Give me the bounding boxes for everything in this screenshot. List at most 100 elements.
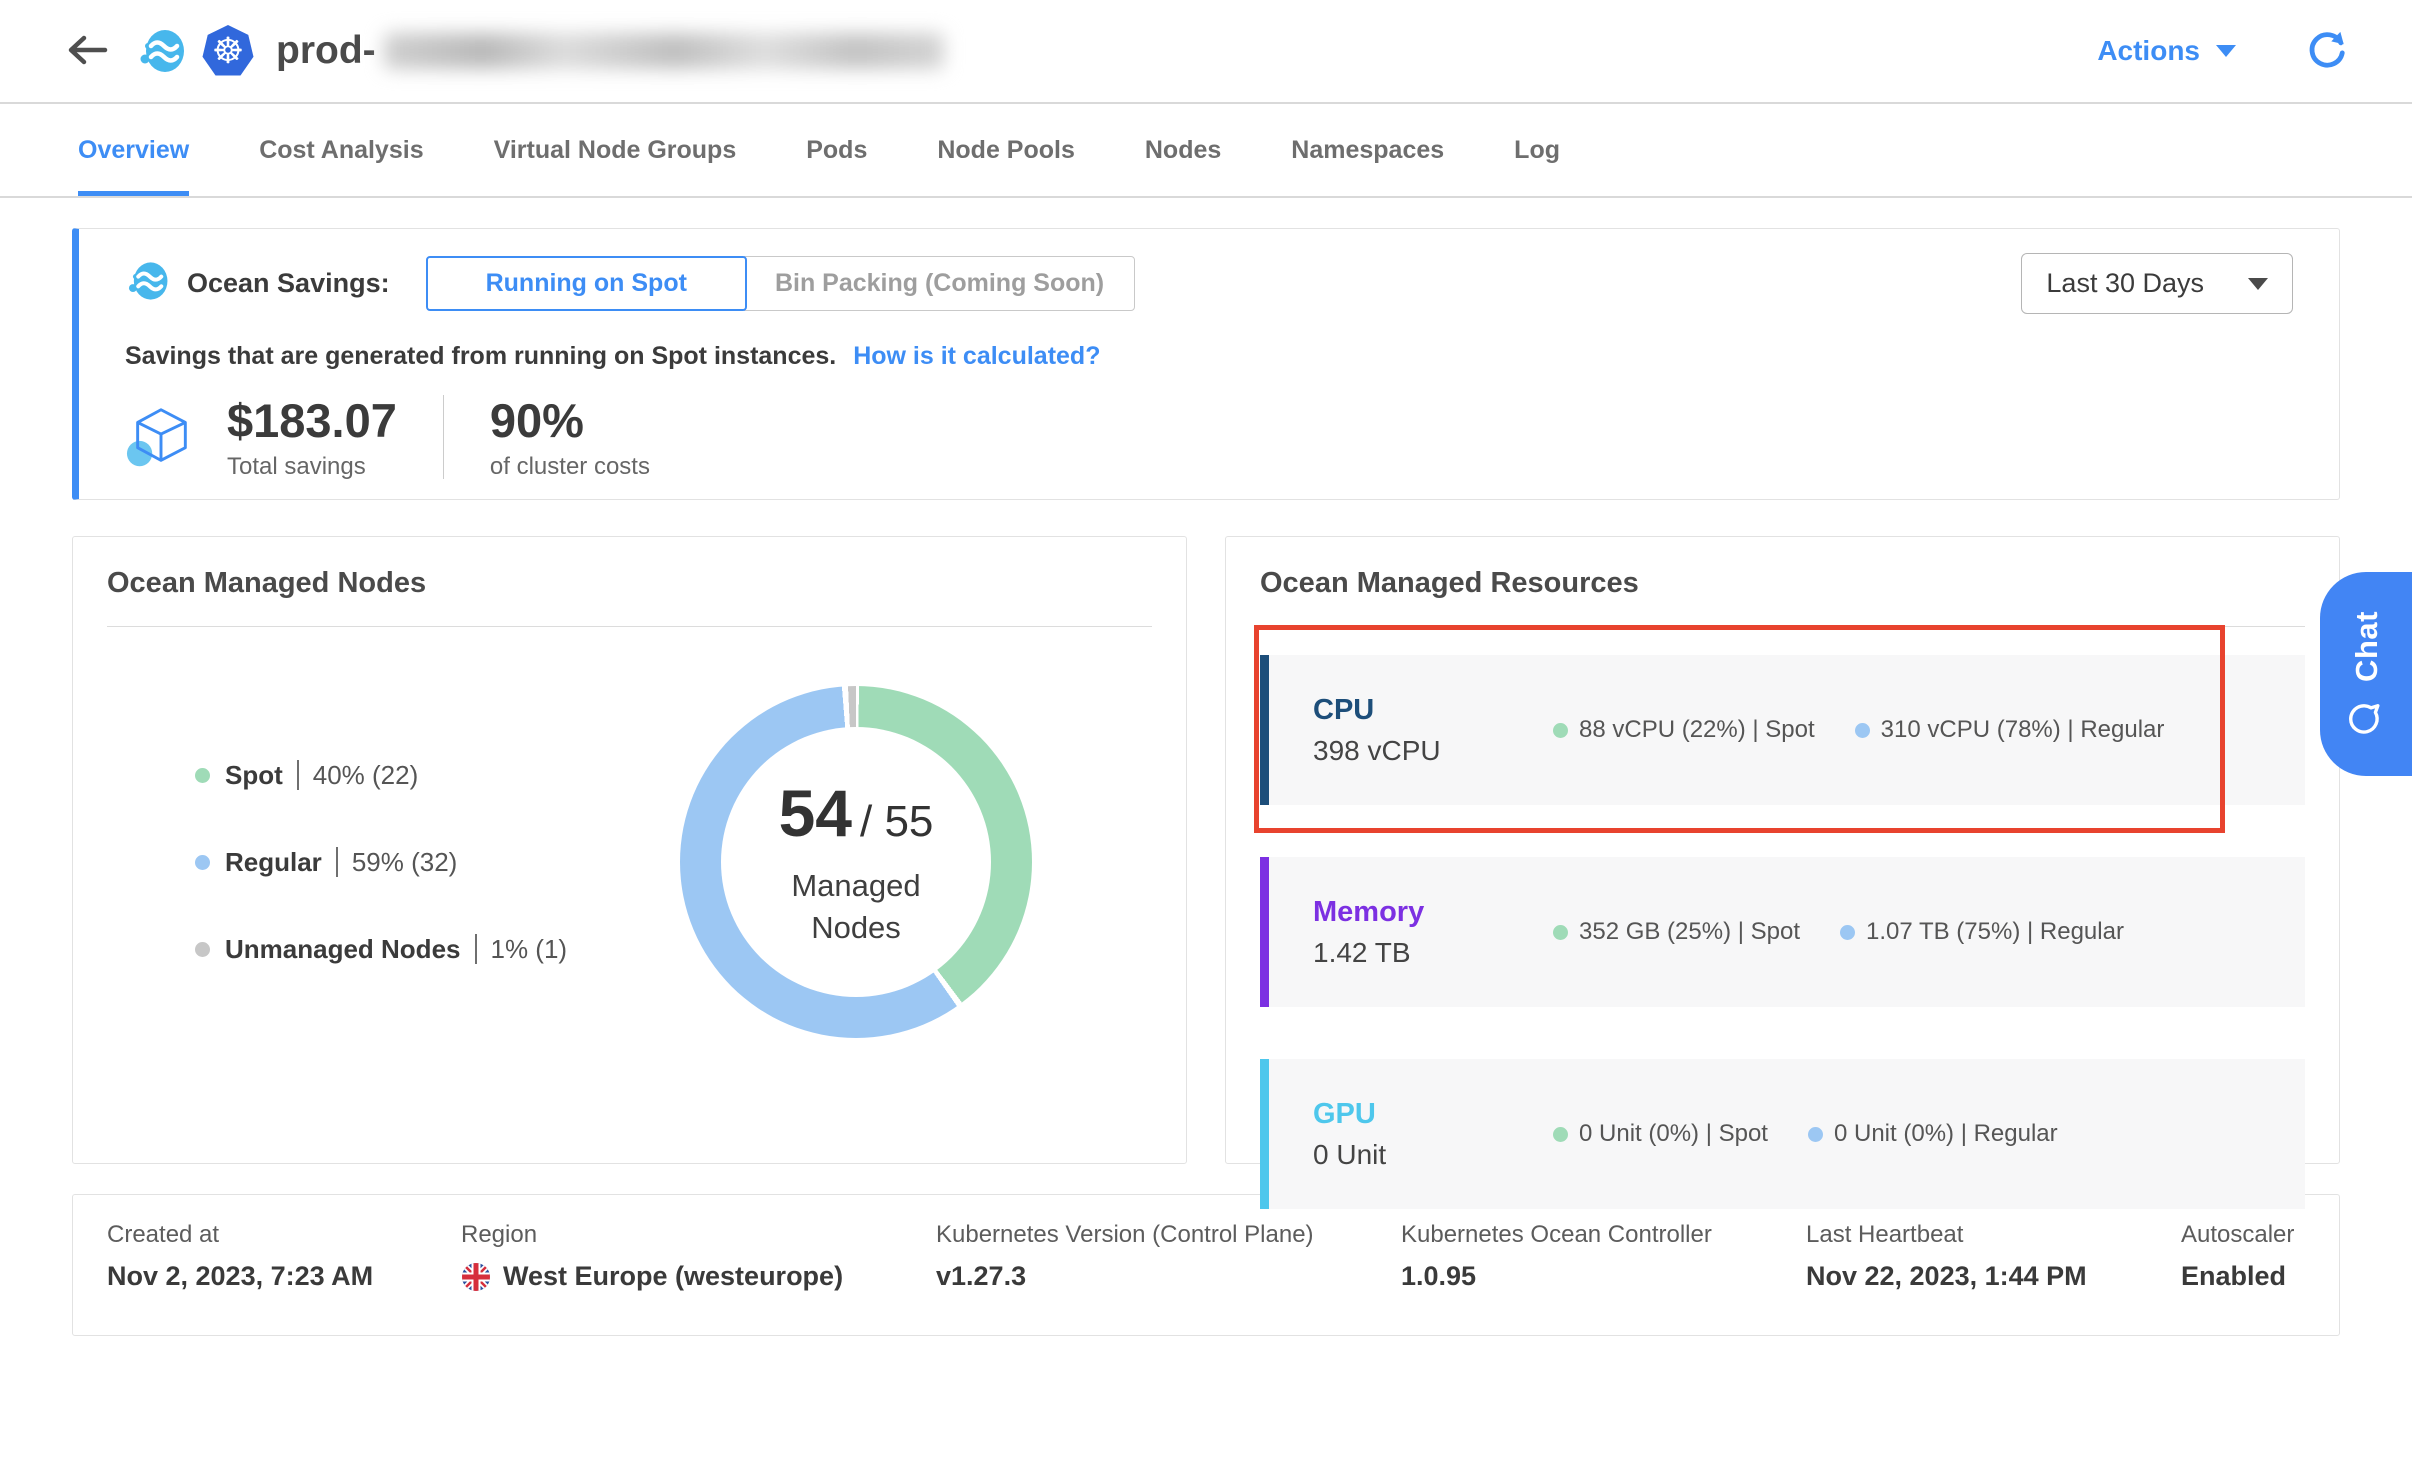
tab-virtual-node-groups[interactable]: Virtual Node Groups — [494, 104, 737, 196]
savings-toggle-group: Running on Spot Bin Packing (Coming Soon… — [426, 256, 1136, 311]
divider — [336, 847, 338, 877]
detail-label: Created at — [107, 1221, 461, 1249]
stat-text: 0 Unit (0%) | Regular — [1834, 1120, 2058, 1148]
helm-wheel-glyph: ☸ — [212, 33, 244, 69]
percent-savings-label: of cluster costs — [490, 453, 650, 481]
gpu-value: 0 Unit — [1313, 1139, 1533, 1171]
detail-label: Kubernetes Ocean Controller — [1401, 1221, 1806, 1249]
legend-label: Regular — [225, 847, 322, 878]
detail-value: v1.27.3 — [936, 1261, 1401, 1292]
tab-nodes[interactable]: Nodes — [1145, 104, 1221, 196]
detail-created-at: Created at Nov 2, 2023, 7:23 AM — [107, 1221, 461, 1309]
tab-node-pools[interactable]: Node Pools — [937, 104, 1075, 196]
period-value: Last 30 Days — [2046, 268, 2204, 299]
detail-ocean-controller: Kubernetes Ocean Controller 1.0.95 — [1401, 1221, 1806, 1309]
total-savings-metric: $183.07 Total savings — [227, 393, 397, 481]
detail-value: West Europe (westeurope) — [461, 1261, 936, 1292]
divider — [443, 395, 444, 479]
donut-chart: 54 / 55 Managed Nodes — [680, 686, 1032, 1038]
chat-button[interactable]: Chat — [2320, 572, 2412, 776]
donut-center: 54 / 55 Managed Nodes — [721, 727, 991, 997]
cpu-spot-stat: 88 vCPU (22%) | Spot — [1553, 716, 1815, 744]
memory-label: Memory — [1313, 896, 1533, 929]
tab-bar: Overview Cost Analysis Virtual Node Grou… — [0, 104, 2412, 198]
legend-label: Unmanaged Nodes — [225, 934, 461, 965]
kubernetes-logo-icon: ☸ — [202, 25, 254, 77]
cube-icon — [125, 403, 197, 471]
spot-dot-icon — [195, 768, 210, 783]
header: ☸ prod- Actions — [0, 0, 2412, 104]
legend-item-regular: Regular 59% (32) — [195, 847, 567, 878]
header-actions: Actions — [2097, 29, 2348, 74]
legend-value: 40% (22) — [313, 760, 419, 791]
cpu-regular-stat: 310 vCPU (78%) | Regular — [1855, 716, 2165, 744]
bin-packing-toggle[interactable]: Bin Packing (Coming Soon) — [744, 256, 1135, 311]
page: ☸ prod- Actions Overview Cost Ana — [0, 0, 2412, 1478]
ocean-savings-panel: Ocean Savings: Running on Spot Bin Packi… — [72, 228, 2340, 500]
period-dropdown[interactable]: Last 30 Days — [2021, 253, 2293, 314]
cpu-label: CPU — [1313, 694, 1533, 727]
tab-overview[interactable]: Overview — [78, 104, 189, 196]
detail-label: Autoscaler — [2181, 1221, 2305, 1249]
gpu-label: GPU — [1313, 1098, 1533, 1131]
detail-value: 1.0.95 — [1401, 1261, 1806, 1292]
stat-text: 1.07 TB (75%) | Regular — [1866, 918, 2124, 946]
cluster-name-redacted — [384, 33, 944, 69]
stat-text: 352 GB (25%) | Spot — [1579, 918, 1800, 946]
ocean-savings-label: Ocean Savings: — [187, 268, 390, 299]
ocean-managed-nodes-panel: Ocean Managed Nodes Spot 40% (22) Regula… — [72, 536, 1187, 1164]
legend-label: Spot — [225, 760, 283, 791]
stat-text: 0 Unit (0%) | Spot — [1579, 1120, 1768, 1148]
tab-log[interactable]: Log — [1514, 104, 1560, 196]
how-calculated-link[interactable]: How is it calculated? — [853, 342, 1100, 370]
chat-label: Chat — [2348, 611, 2384, 682]
regular-dot-icon — [1840, 925, 1855, 940]
divider — [475, 934, 477, 964]
cluster-name-prefix: prod- — [276, 29, 376, 73]
regular-dot-icon — [195, 855, 210, 870]
back-button[interactable] — [64, 33, 110, 70]
ocean-logo-icon — [136, 25, 188, 77]
detail-autoscaler: Autoscaler Enabled — [2181, 1221, 2305, 1309]
regular-dot-icon — [1855, 723, 1870, 738]
region-value: West Europe (westeurope) — [503, 1261, 843, 1292]
percent-savings-metric: 90% of cluster costs — [490, 393, 650, 481]
cpu-row: CPU 398 vCPU 88 vCPU (22%) | Spot 310 vC… — [1260, 655, 2305, 805]
detail-last-heartbeat: Last Heartbeat Nov 22, 2023, 1:44 PM — [1806, 1221, 2181, 1309]
gpu-spot-stat: 0 Unit (0%) | Spot — [1553, 1120, 1768, 1148]
tab-pods[interactable]: Pods — [806, 104, 867, 196]
memory-value: 1.42 TB — [1313, 937, 1533, 969]
detail-region: Region West Europe (westeurope) — [461, 1221, 936, 1309]
managed-resources-title: Ocean Managed Resources — [1260, 567, 2305, 600]
page-title: prod- — [276, 29, 944, 73]
stat-text: 88 vCPU (22%) | Spot — [1579, 716, 1815, 744]
arrow-left-icon — [64, 33, 110, 70]
memory-spot-stat: 352 GB (25%) | Spot — [1553, 918, 1800, 946]
detail-k8s-version: Kubernetes Version (Control Plane) v1.27… — [936, 1221, 1401, 1309]
legend-value: 1% (1) — [491, 934, 568, 965]
legend-item-unmanaged: Unmanaged Nodes 1% (1) — [195, 934, 567, 965]
chat-bubble-icon — [2346, 699, 2387, 737]
spot-dot-icon — [1553, 925, 1568, 940]
percent-savings-value: 90% — [490, 393, 650, 448]
actions-label: Actions — [2097, 35, 2200, 67]
uk-flag-icon — [461, 1262, 491, 1292]
actions-button[interactable]: Actions — [2097, 35, 2236, 67]
donut-chart-wrap: 54 / 55 Managed Nodes — [680, 686, 1032, 1038]
tab-namespaces[interactable]: Namespaces — [1291, 104, 1444, 196]
gpu-row: GPU 0 Unit 0 Unit (0%) | Spot 0 Unit (0%… — [1260, 1059, 2305, 1209]
total-savings-value: $183.07 — [227, 393, 397, 448]
tab-cost-analysis[interactable]: Cost Analysis — [259, 104, 423, 196]
managed-nodes-label: Managed Nodes — [746, 865, 966, 949]
detail-value: Enabled — [2181, 1261, 2305, 1292]
regular-dot-icon — [1808, 1127, 1823, 1142]
detail-label: Last Heartbeat — [1806, 1221, 2181, 1249]
managed-total: / 55 — [860, 797, 933, 847]
nodes-legend: Spot 40% (22) Regular 59% (32) Unmanaged… — [195, 760, 567, 965]
ocean-wave-icon — [125, 258, 171, 309]
total-savings-label: Total savings — [227, 453, 397, 481]
cpu-value: 398 vCPU — [1313, 735, 1533, 767]
unmanaged-dot-icon — [195, 942, 210, 957]
refresh-button[interactable] — [2306, 29, 2348, 74]
running-on-spot-toggle[interactable]: Running on Spot — [426, 256, 747, 311]
